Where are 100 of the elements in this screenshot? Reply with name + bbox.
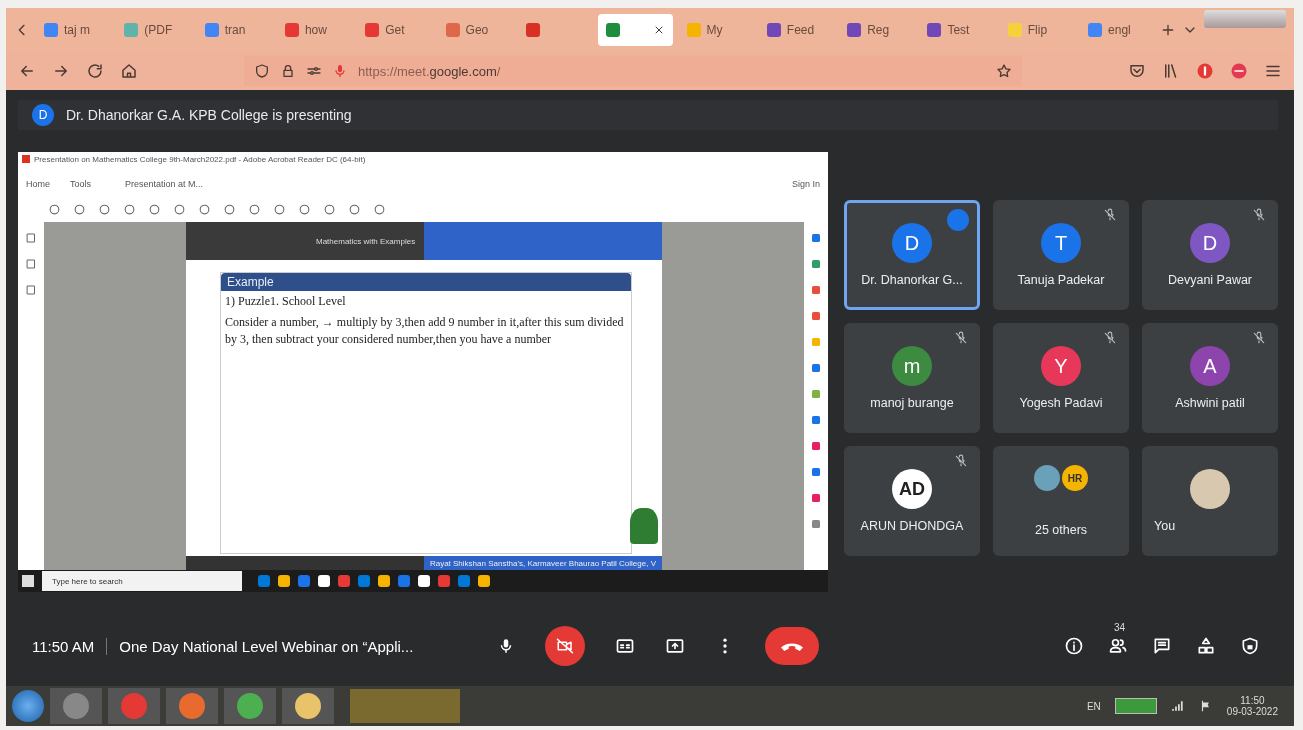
tool-icon[interactable]: [810, 440, 822, 452]
pocket-icon[interactable]: [1128, 62, 1146, 80]
tool-icon[interactable]: [810, 310, 822, 322]
browser-tab[interactable]: taj m: [36, 14, 111, 46]
block-title: Example: [221, 273, 631, 291]
search-field[interactable]: Type here to search: [42, 571, 242, 591]
tool-icon[interactable]: [810, 362, 822, 374]
slide-text: Consider a number, → multiply by 3,then add 9 number in it,after this sum divided by 3, then subtract your considered number,then you have a number: [224, 314, 625, 348]
sign-in-link[interactable]: Sign In: [791, 179, 820, 189]
app-icon[interactable]: [278, 575, 290, 587]
tool-icon[interactable]: [323, 202, 336, 216]
browser-tab[interactable]: Reg: [839, 14, 914, 46]
browser-tab[interactable]: My: [678, 14, 753, 46]
address-bar[interactable]: https://meet.google.com/: [244, 56, 1022, 86]
tool-icon[interactable]: [810, 258, 822, 270]
avatar-circle: [1034, 465, 1060, 491]
participant-count: 34: [1114, 622, 1126, 633]
tool-icon[interactable]: [810, 466, 822, 478]
browser-tab[interactable]: [598, 14, 673, 46]
browser-tab[interactable]: Flip: [999, 14, 1075, 46]
tool-icon[interactable]: [173, 202, 186, 216]
browser-tab[interactable]: Get: [357, 14, 432, 46]
window-thumbnail[interactable]: [350, 689, 460, 723]
taskbar-app[interactable]: [224, 688, 276, 724]
window-title: Presentation on Mathematics College 9th-March2022.pdf - Adobe Acrobat Reader DC (64-bit): [34, 154, 366, 164]
panel-icon[interactable]: [25, 232, 37, 244]
taskbar-app[interactable]: [166, 688, 218, 724]
participant-tile[interactable]: Y Yogesh Padavi: [993, 323, 1129, 433]
browser-tab[interactable]: tran: [196, 14, 271, 46]
app-icon[interactable]: [418, 575, 430, 587]
info-icon[interactable]: [1064, 636, 1084, 656]
participant-tile[interactable]: You: [1142, 446, 1278, 556]
panel-icon[interactable]: [25, 284, 37, 296]
app-icon[interactable]: [378, 575, 390, 587]
tool-icon[interactable]: [298, 202, 311, 216]
browser-tab[interactable]: (PDF: [116, 14, 191, 46]
slide-text: 1) Puzzle1. School Level: [224, 293, 347, 310]
shield-icon: [254, 63, 270, 79]
app-icon[interactable]: [478, 575, 490, 587]
tool-icon[interactable]: [98, 202, 111, 216]
start-orb-icon[interactable]: [12, 690, 44, 722]
people-icon[interactable]: [1108, 636, 1128, 656]
participant-tile[interactable]: m manoj burange: [844, 323, 980, 433]
tool-icon[interactable]: [48, 202, 61, 216]
tool-icon[interactable]: [198, 202, 211, 216]
browser-tab[interactable]: Test: [919, 14, 994, 46]
menu-tab[interactable]: Tools: [70, 179, 92, 189]
avatar-circle: D: [32, 104, 54, 126]
browser-tab[interactable]: engl: [1080, 14, 1155, 46]
presenting-text: Dr. Dhanorkar G.A. KPB College is presenting: [66, 107, 352, 123]
avatar-circle: AD: [892, 469, 932, 509]
extension-badge-icon[interactable]: [1196, 62, 1214, 80]
participant-tile[interactable]: T Tanuja Padekar: [993, 200, 1129, 310]
camera-off-button[interactable]: [545, 626, 586, 666]
participant-tile[interactable]: D Dr. Dhanorkar G...: [844, 200, 980, 310]
document-tab[interactable]: Presentation at M...: [125, 179, 204, 189]
tool-icon[interactable]: [810, 492, 822, 504]
language-indicator[interactable]: EN: [1086, 700, 1101, 712]
signal-icon[interactable]: [1170, 699, 1185, 713]
participant-tile[interactable]: HR 25 others: [993, 446, 1129, 556]
battery-icon[interactable]: [1114, 698, 1157, 714]
tool-icon[interactable]: [348, 202, 361, 216]
lock-shield-icon[interactable]: [1240, 636, 1260, 656]
tool-icon[interactable]: [810, 284, 822, 296]
present-screen-icon[interactable]: [665, 636, 686, 656]
tool-icon[interactable]: [223, 202, 236, 216]
tool-icon[interactable]: [273, 202, 286, 216]
phone-hangup-icon: [781, 641, 804, 651]
captions-icon[interactable]: [615, 636, 636, 656]
leave-call-button[interactable]: [765, 627, 820, 665]
extension-badge-icon[interactable]: [1230, 62, 1248, 80]
tool-icon[interactable]: [123, 202, 136, 216]
tool-icon[interactable]: [248, 202, 261, 216]
tool-icon[interactable]: [810, 518, 822, 530]
reload-icon[interactable]: [86, 62, 104, 80]
chat-icon[interactable]: [1152, 636, 1172, 656]
tool-icon[interactable]: [148, 202, 161, 216]
microphone-icon: [332, 63, 348, 79]
tool-icon[interactable]: [73, 202, 86, 216]
activities-icon[interactable]: [1196, 636, 1216, 656]
tool-icon[interactable]: [810, 388, 822, 400]
browser-tab[interactable]: Feed: [758, 14, 834, 46]
participant-name: Devyani Pawar: [1167, 273, 1253, 287]
tool-icon[interactable]: [810, 232, 822, 244]
participant-name: Ashwini patil: [1175, 396, 1245, 410]
star-icon[interactable]: [996, 63, 1012, 79]
participant-tile[interactable]: AD ARUN DHONDGA: [844, 446, 980, 556]
tool-icon[interactable]: [810, 414, 822, 426]
avatar-circle: Y: [1041, 346, 1081, 386]
app-icon[interactable]: [318, 575, 330, 587]
browser-tab[interactable]: Geo: [437, 14, 512, 46]
panel-icon[interactable]: [25, 258, 37, 270]
tool-icon[interactable]: [373, 202, 386, 216]
menu-tab[interactable]: Home: [26, 179, 50, 189]
browser-tab[interactable]: how: [276, 14, 352, 46]
url-text[interactable]: https://meet.google.com/: [358, 63, 501, 79]
home-icon[interactable]: [120, 62, 138, 80]
taskbar-app[interactable]: [282, 688, 334, 724]
participant-tile[interactable]: A Ashwini patil: [1142, 323, 1278, 433]
participant-tile[interactable]: D Devyani Pawar: [1142, 200, 1278, 310]
